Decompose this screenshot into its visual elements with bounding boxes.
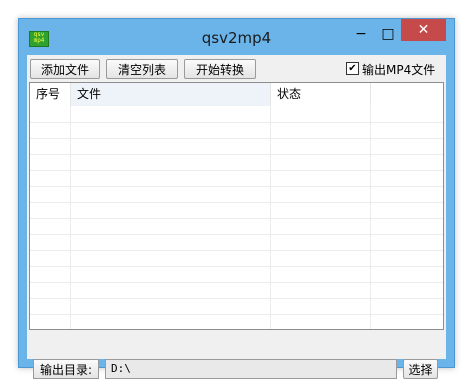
close-button[interactable]: ✕ [401,19,446,41]
table-row[interactable] [30,267,443,283]
table-row[interactable] [30,123,443,139]
file-list[interactable]: 序号 文件 状态 [29,82,444,330]
column-header-file[interactable]: 文件 [71,83,271,106]
start-convert-button[interactable]: 开始转换 [184,59,256,79]
minimize-button[interactable]: − [347,23,375,45]
output-bar: 输出目录: D:\ 选择 [27,357,446,385]
column-divider [370,106,371,329]
column-divider [70,106,71,329]
table-row[interactable] [30,171,443,187]
table-row[interactable] [30,187,443,203]
table-row[interactable] [30,139,443,155]
table-row[interactable] [30,299,443,315]
list-header: 序号 文件 状态 [30,83,443,106]
title-bar[interactable]: qsv mp4 qsv2mp4 − □ ✕ [19,19,454,55]
table-row[interactable] [30,107,443,123]
output-mp4-checkbox[interactable]: ✔ [346,62,359,75]
maximize-button[interactable]: □ [374,23,402,45]
table-row[interactable] [30,283,443,299]
app-window: qsv mp4 qsv2mp4 − □ ✕ 添加文件 清空列表 开始转换 ✔ 输… [18,18,455,379]
column-header-status[interactable]: 状态 [271,83,371,106]
table-row[interactable] [30,203,443,219]
column-header-extra[interactable] [371,83,443,106]
output-dir-field[interactable]: D:\ [105,359,397,379]
table-row[interactable] [30,315,443,329]
table-row[interactable] [30,219,443,235]
output-mp4-label: 输出MP4文件 [362,63,436,77]
add-files-button[interactable]: 添加文件 [30,59,100,79]
column-divider [270,106,271,329]
choose-dir-button[interactable]: 选择 [403,359,438,379]
output-dir-label: 输出目录: [33,359,99,379]
table-row[interactable] [30,155,443,171]
table-row[interactable] [30,251,443,267]
column-header-index[interactable]: 序号 [30,83,71,106]
clear-list-button[interactable]: 清空列表 [106,59,178,79]
client-area: 添加文件 清空列表 开始转换 ✔ 输出MP4文件 序号 文件 状态 输出目录: … [27,55,446,379]
table-row[interactable] [30,235,443,251]
